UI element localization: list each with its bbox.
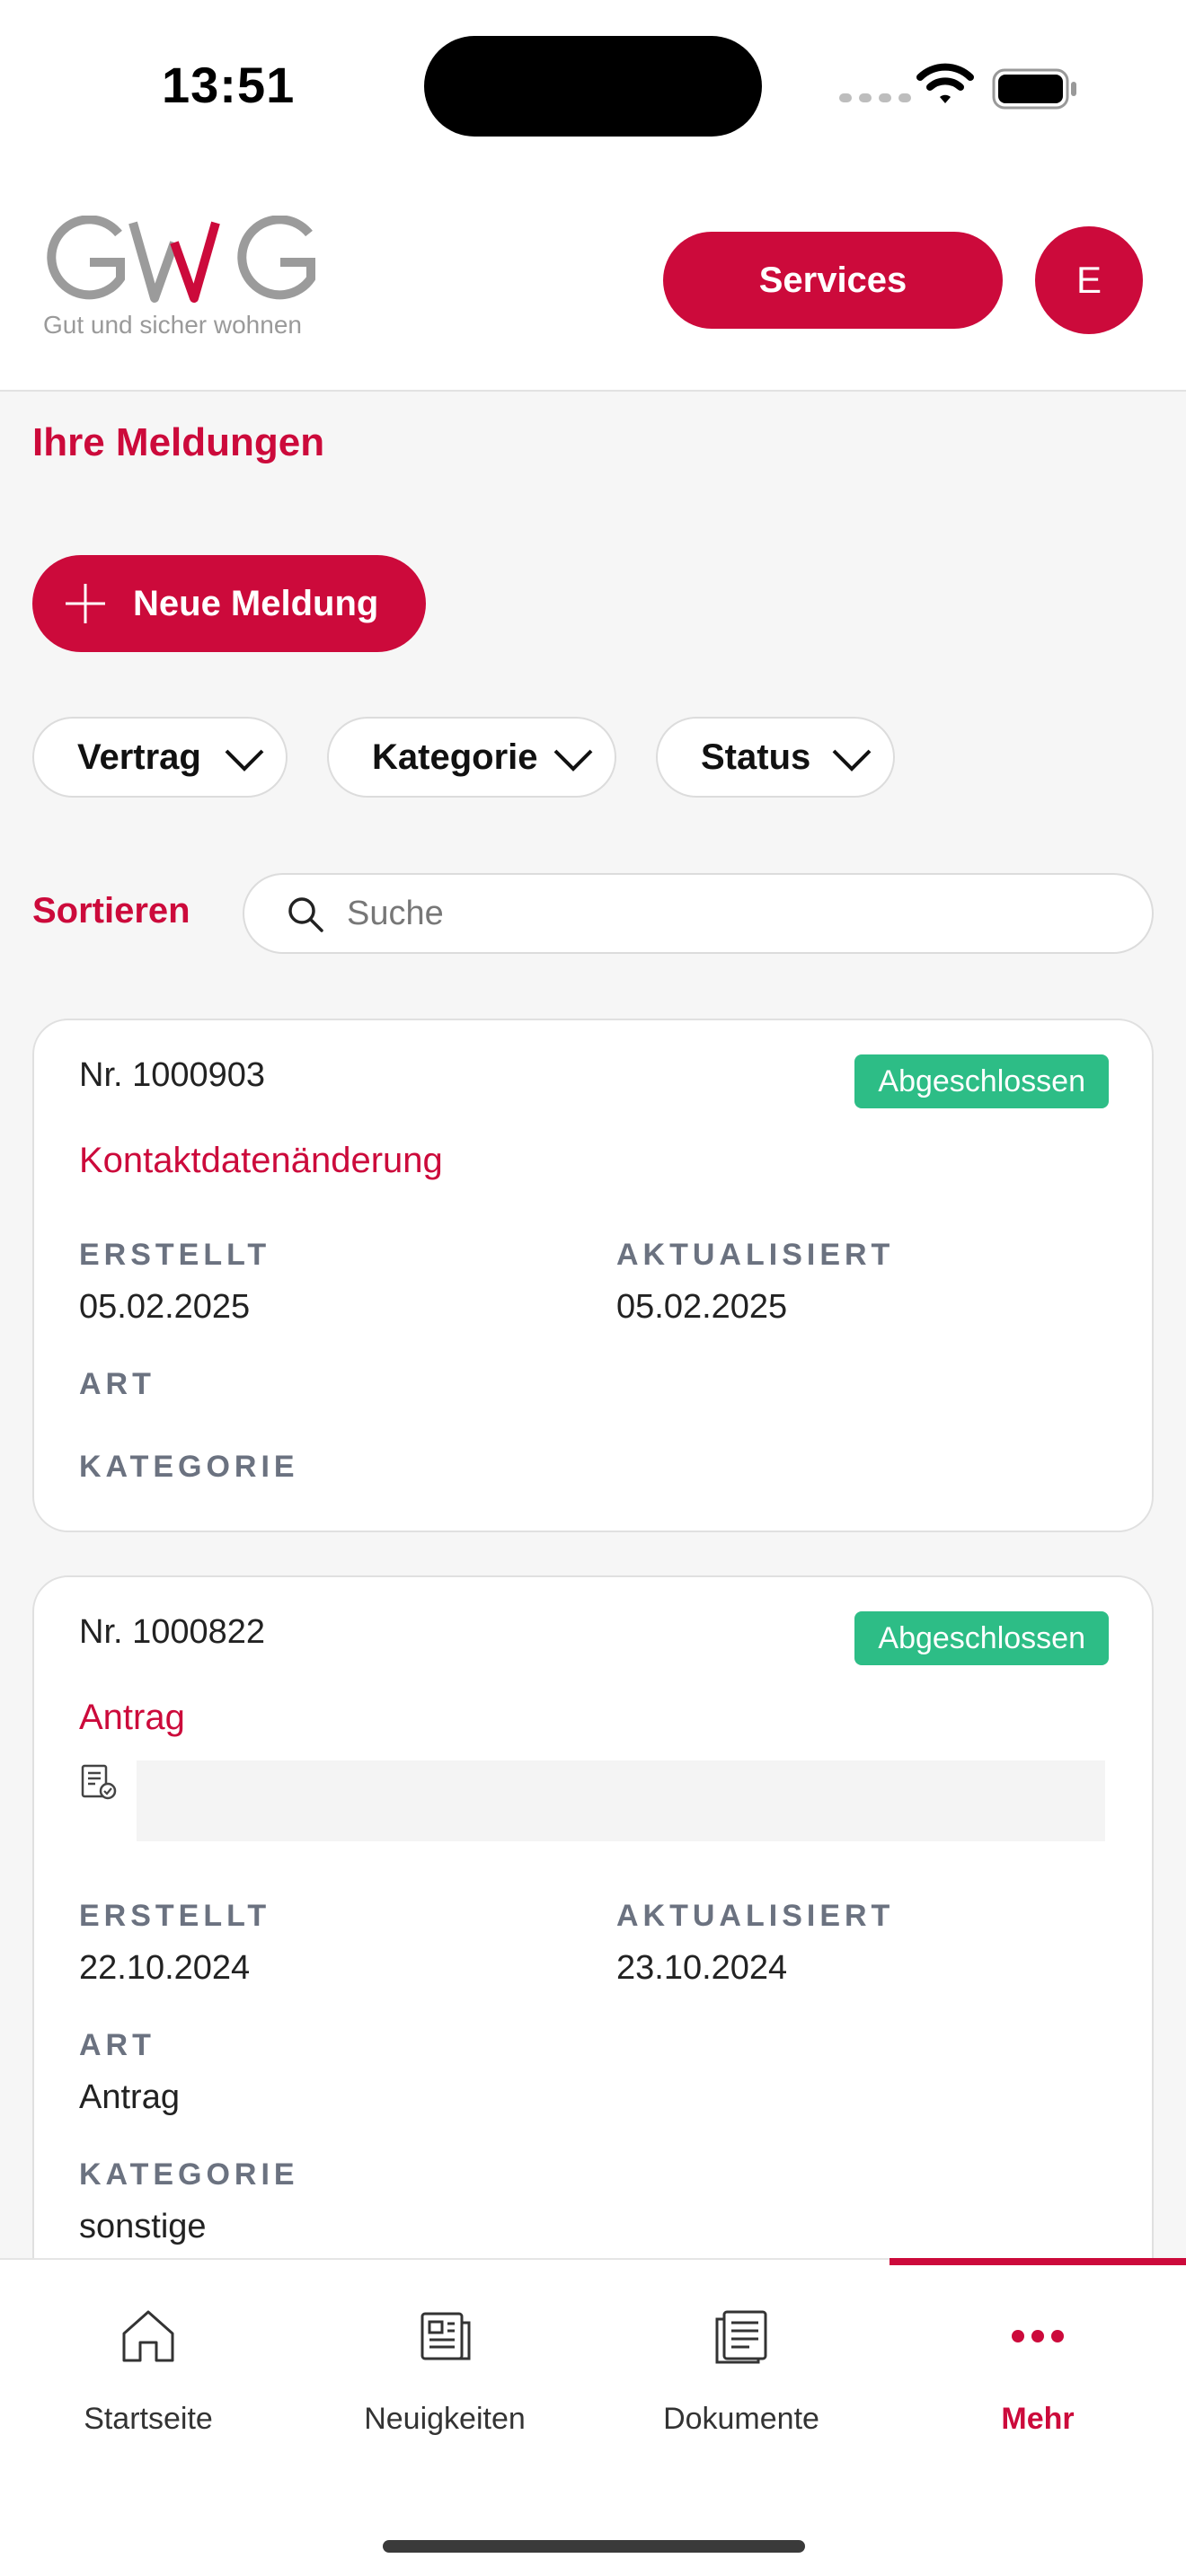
tab-label: Dokumente bbox=[663, 2402, 819, 2436]
cellular-signal-icon bbox=[839, 93, 911, 102]
report-card[interactable]: Nr. 1000903 Abgeschlossen Kontaktdatenän… bbox=[32, 1019, 1154, 1532]
chevron-down-icon bbox=[553, 749, 593, 772]
report-number: Nr. 1000903 bbox=[79, 1056, 266, 1094]
document-icon bbox=[715, 2310, 767, 2364]
report-card[interactable]: Nr. 1000822 Abgeschlossen Antrag ERSTELL… bbox=[32, 1575, 1154, 2294]
created-label: ERSTELLT bbox=[79, 1238, 271, 1272]
chevron-down-icon bbox=[225, 749, 264, 772]
tab-neuigkeiten[interactable]: Neuigkeiten bbox=[296, 2260, 593, 2457]
kategorie-value: sonstige bbox=[79, 2208, 207, 2245]
new-report-button[interactable]: Neue Meldung bbox=[32, 555, 426, 652]
art-label: ART bbox=[79, 2028, 155, 2062]
logo-subtitle: Gut und sicher wohnen bbox=[43, 311, 302, 339]
app-header: Gut und sicher wohnen Services E bbox=[0, 153, 1186, 392]
newspaper-icon bbox=[420, 2312, 471, 2360]
page-title: Ihre Meldungen bbox=[32, 420, 325, 464]
gwg-logo bbox=[47, 216, 315, 303]
active-tab-indicator bbox=[890, 2258, 1186, 2265]
tab-startseite[interactable]: Startseite bbox=[0, 2260, 296, 2457]
status-badge: Abgeschlossen bbox=[854, 1054, 1109, 1108]
updated-label: AKTUALISIERT bbox=[616, 1238, 895, 1272]
report-title: Antrag bbox=[79, 1698, 185, 1737]
sort-button[interactable]: Sortieren bbox=[32, 891, 190, 931]
tab-label: Startseite bbox=[84, 2402, 213, 2436]
art-label: ART bbox=[79, 1367, 155, 1401]
search-input[interactable] bbox=[243, 873, 1154, 954]
filter-kategorie[interactable]: Kategorie bbox=[327, 717, 616, 798]
report-title: Kontaktdatenänderung bbox=[79, 1141, 443, 1180]
filter-label: Status bbox=[701, 737, 811, 777]
status-badge: Abgeschlossen bbox=[854, 1611, 1109, 1665]
kategorie-label: KATEGORIE bbox=[79, 1450, 299, 1484]
filter-label: Vertrag bbox=[77, 737, 201, 777]
filter-vertrag[interactable]: Vertrag bbox=[32, 717, 288, 798]
tab-dokumente[interactable]: Dokumente bbox=[593, 2260, 890, 2457]
document-attachment-icon bbox=[81, 1764, 117, 1800]
status-time: 13:51 bbox=[162, 57, 296, 113]
updated-date: 05.02.2025 bbox=[616, 1288, 788, 1326]
tab-mehr[interactable]: Mehr bbox=[890, 2258, 1186, 2457]
plus-icon bbox=[66, 584, 105, 623]
filter-label: Kategorie bbox=[372, 737, 538, 777]
dynamic-island bbox=[424, 36, 762, 137]
filter-status[interactable]: Status bbox=[656, 717, 895, 798]
created-date: 05.02.2025 bbox=[79, 1288, 251, 1326]
attachment-placeholder bbox=[137, 1760, 1105, 1841]
art-value: Antrag bbox=[79, 2078, 180, 2116]
wifi-icon bbox=[916, 63, 974, 103]
updated-label: AKTUALISIERT bbox=[616, 1899, 895, 1933]
created-date: 22.10.2024 bbox=[79, 1949, 251, 1987]
avatar[interactable]: E bbox=[1035, 226, 1143, 334]
chevron-down-icon bbox=[832, 749, 872, 772]
home-indicator[interactable] bbox=[383, 2540, 805, 2553]
kategorie-label: KATEGORIE bbox=[79, 2157, 299, 2192]
status-bar: 13:51 bbox=[0, 0, 1186, 153]
tab-label: Mehr bbox=[1001, 2402, 1075, 2436]
search-icon bbox=[288, 897, 323, 932]
report-number: Nr. 1000822 bbox=[79, 1613, 266, 1651]
home-icon bbox=[122, 2310, 174, 2362]
tab-bar: Startseite Neuigkeiten Dokumente Mehr bbox=[0, 2258, 1186, 2576]
services-button[interactable]: Services bbox=[663, 232, 1003, 329]
updated-date: 23.10.2024 bbox=[616, 1949, 788, 1987]
tab-label: Neuigkeiten bbox=[364, 2402, 526, 2436]
battery-icon bbox=[992, 68, 1076, 110]
created-label: ERSTELLT bbox=[79, 1899, 271, 1933]
more-icon bbox=[1012, 2330, 1064, 2342]
new-report-label: Neue Meldung bbox=[133, 583, 379, 623]
